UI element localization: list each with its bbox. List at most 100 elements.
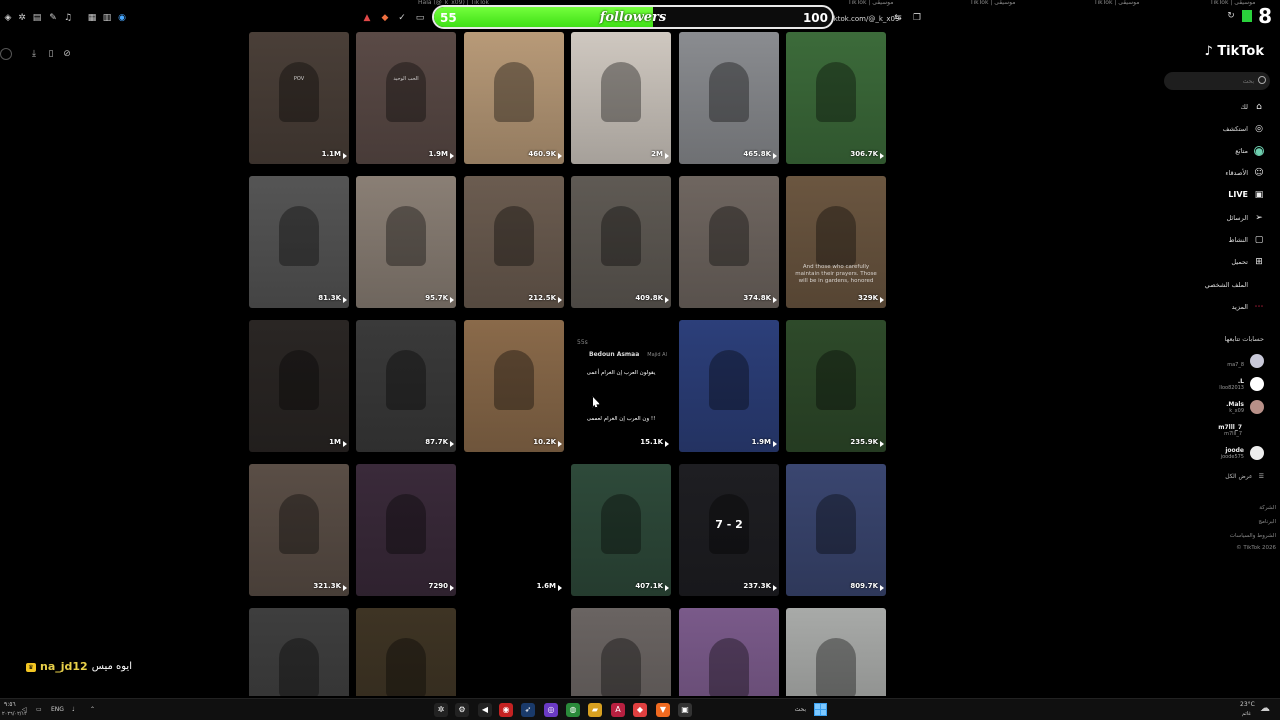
video-thumbnail[interactable]: And those who carefully maintain their p…: [786, 176, 886, 308]
following-account-item[interactable]: m7lll_7 m7lll_7: [1218, 421, 1242, 439]
see-all-link[interactable]: عرض الكل ☰: [1225, 472, 1264, 482]
video-thumbnail[interactable]: 2M: [571, 32, 671, 164]
video-thumbnail[interactable]: 306.7K: [786, 32, 886, 164]
reader-icon[interactable]: ▥: [102, 13, 112, 23]
video-thumbnail[interactable]: 81.3K: [249, 176, 349, 308]
video-thumbnail[interactable]: 212.5K: [464, 176, 564, 308]
taskbar-app-red-icon[interactable]: ◆: [633, 703, 647, 717]
video-thumbnail[interactable]: [356, 608, 456, 696]
video-thumbnail[interactable]: 1M: [249, 320, 349, 452]
taskbar-steam-icon[interactable]: ➶: [521, 703, 535, 717]
sidebar-item-friends[interactable]: الأصدقاء ☺: [1225, 166, 1264, 180]
video-thumbnail[interactable]: 10.2K: [464, 320, 564, 452]
browser-tab[interactable]: TikTok | موسيقى: [970, 0, 1015, 6]
shield-icon[interactable]: ◈: [3, 13, 13, 23]
video-thumbnail[interactable]: 409.8K: [571, 176, 671, 308]
browser-tab[interactable]: TikTok | موسيقى: [848, 0, 893, 6]
taskbar-obs-icon[interactable]: ◎: [544, 703, 558, 717]
sidebar-toggle-icon[interactable]: ▭: [415, 13, 425, 23]
refresh-icon[interactable]: ↻: [1226, 11, 1236, 21]
grid-icon[interactable]: ▦: [87, 13, 97, 23]
volume-icon[interactable]: ◁: [22, 706, 27, 714]
video-thumbnail[interactable]: 7 - 2 237.3K: [679, 464, 779, 596]
taskbar-store-icon[interactable]: ▣: [678, 703, 692, 717]
taskbar-app-a-icon[interactable]: A: [611, 703, 625, 717]
following-account-item[interactable]: .Mals k_x09: [1226, 398, 1264, 416]
sidebar-item-compass[interactable]: استكشف ◎: [1223, 122, 1264, 136]
video-thumbnail[interactable]: [679, 608, 779, 696]
taskbar-folder-icon[interactable]: ▰: [588, 703, 602, 717]
browser-tab[interactable]: TikTok | موسيقى: [1094, 0, 1139, 6]
footer-program-link[interactable]: البرنامج: [1258, 518, 1276, 526]
video-thumbnail[interactable]: 95.7K: [356, 176, 456, 308]
video-caption: الحب الوحيد: [393, 76, 419, 82]
address-bar-url[interactable]: tiktok.com/@_k_x09: [829, 14, 899, 24]
taskbar-brave-icon[interactable]: ▼: [656, 703, 670, 717]
video-thumbnail[interactable]: [464, 608, 564, 696]
settings-icon[interactable]: ✲: [17, 13, 27, 23]
taskbar-browser-icon[interactable]: ◍: [566, 703, 580, 717]
bookmark-icon[interactable]: ✓: [397, 13, 407, 23]
taskbar-time[interactable]: ٩:٥٦: [4, 701, 16, 709]
video-thumbnail[interactable]: 1.6M: [464, 464, 564, 596]
video-thumbnail[interactable]: 374.8K: [679, 176, 779, 308]
weather-desc[interactable]: غائم: [1242, 710, 1251, 718]
tune-icon[interactable]: ⇆: [893, 13, 903, 23]
sidebar-item-more[interactable]: المزيد ⋯: [1232, 300, 1264, 314]
windows-start-icon[interactable]: [814, 703, 827, 716]
download-icon[interactable]: ⤓: [28, 48, 40, 60]
music-icon[interactable]: ♫: [63, 13, 73, 23]
video-thumbnail[interactable]: 87.7K: [356, 320, 456, 452]
video-thumbnail[interactable]: [249, 608, 349, 696]
footer-terms-link[interactable]: الشروط والسياسات: [1230, 532, 1276, 540]
extension-icon[interactable]: ◆: [380, 13, 390, 23]
chevron-up-icon[interactable]: ⌃: [90, 706, 95, 714]
video-thumbnail[interactable]: POV 1.1M: [249, 32, 349, 164]
video-thumbnail[interactable]: 7290: [356, 464, 456, 596]
browser-tab[interactable]: TikTok | موسيقى: [1210, 0, 1255, 6]
phone-icon[interactable]: ▯: [45, 48, 57, 60]
taskbar-search[interactable]: بحث: [772, 703, 806, 717]
video-thumbnail[interactable]: 465.8K: [679, 32, 779, 164]
video-thumbnail[interactable]: الحب الوحيد 1.9M: [356, 32, 456, 164]
taskbar-app-icon[interactable]: ✲: [434, 703, 448, 717]
sidebar-item-upload[interactable]: تحميل ⊞: [1231, 255, 1264, 269]
list-icon: ☰: [1258, 473, 1264, 480]
following-account-item[interactable]: ⁠ma7_8: [1227, 352, 1264, 370]
network-icon[interactable]: ▭: [36, 706, 42, 714]
footer-company-link[interactable]: الشركة: [1259, 504, 1276, 512]
circle-icon[interactable]: [0, 48, 12, 60]
video-thumbnail[interactable]: 809.7K: [786, 464, 886, 596]
search-icon[interactable]: [1258, 76, 1266, 84]
taskbar-chrome-icon[interactable]: ◉: [499, 703, 513, 717]
video-thumbnail[interactable]: [786, 608, 886, 696]
bookmark-page-icon[interactable]: ❐: [912, 13, 922, 23]
video-thumbnail[interactable]: 460.9K: [464, 32, 564, 164]
language-indicator[interactable]: ENG: [51, 706, 64, 714]
audio-icon[interactable]: ◉: [117, 13, 127, 23]
weather-temp[interactable]: 23°C: [1240, 701, 1255, 709]
search-input[interactable]: [1164, 72, 1270, 90]
video-thumbnail[interactable]: 321.3K: [249, 464, 349, 596]
following-account-item[interactable]: joode joode575: [1221, 444, 1264, 462]
sidebar-item-following-avatar[interactable]: متابَع ●: [1235, 144, 1264, 158]
video-thumbnail[interactable]: 407.1K: [571, 464, 671, 596]
taskbar-settings-icon[interactable]: ⚙: [455, 703, 469, 717]
block-icon[interactable]: ⊘: [61, 48, 73, 60]
video-thumbnail[interactable]: 1.9M: [679, 320, 779, 452]
sidebar-item-home[interactable]: لك ⌂: [1241, 100, 1264, 114]
following-account-item[interactable]: .L lloo82013: [1219, 375, 1264, 393]
video-thumbnail[interactable]: 235.9K: [786, 320, 886, 452]
warning-icon[interactable]: ▲: [362, 13, 372, 23]
edit-icon[interactable]: ✎: [48, 13, 58, 23]
sidebar-item-live[interactable]: LIVE ▣: [1228, 188, 1264, 202]
taskbar-arrow-icon[interactable]: ◀: [478, 703, 492, 717]
video-thumbnail[interactable]: [571, 608, 671, 696]
document-icon[interactable]: ▤: [32, 13, 42, 23]
sidebar-item-messages[interactable]: الرسائل ➢: [1226, 211, 1264, 225]
video-thumbnail[interactable]: 55s Bedoun Asmaa Majid Al يقولون العرب إن ا…: [571, 320, 671, 452]
sidebar-item-profile[interactable]: الملف الشخصي: [1205, 278, 1248, 292]
tiktok-logo[interactable]: ♪ TikTok: [1204, 44, 1264, 60]
sidebar-item-activity[interactable]: النشاط ▢: [1228, 233, 1264, 247]
mic-icon[interactable]: ♩: [72, 706, 75, 714]
